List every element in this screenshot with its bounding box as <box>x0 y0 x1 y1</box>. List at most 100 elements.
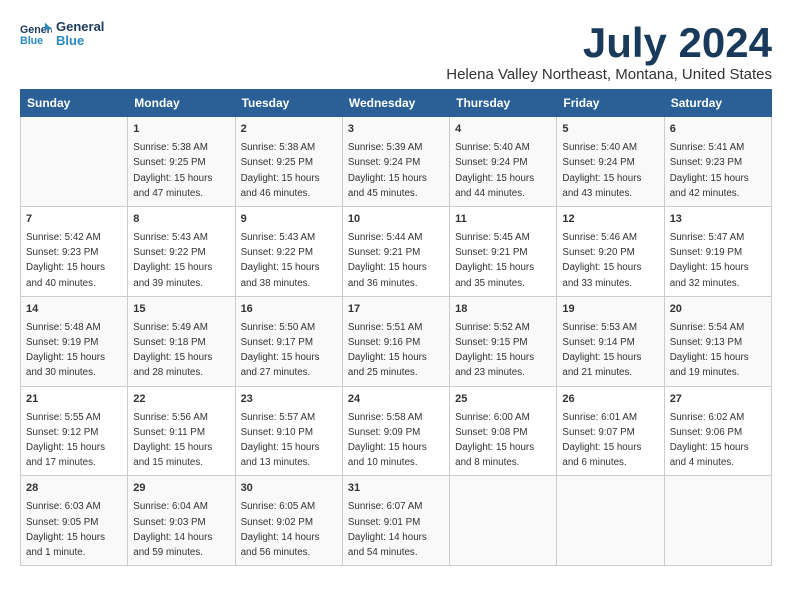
day-number: 16 <box>241 302 337 318</box>
cell-info: Daylight: 15 hours <box>348 173 427 184</box>
cell-info: Sunrise: 6:01 AM <box>562 412 637 423</box>
cell-info: Daylight: 15 hours <box>455 442 534 453</box>
cell-info: Sunrise: 5:43 AM <box>241 232 316 243</box>
cell-info: Sunset: 9:22 PM <box>241 247 313 258</box>
cell-info: Daylight: 15 hours <box>26 352 105 363</box>
calendar-body: 1Sunrise: 5:38 AMSunset: 9:25 PMDaylight… <box>21 117 772 566</box>
weekday-header-row: SundayMondayTuesdayWednesdayThursdayFrid… <box>21 90 772 117</box>
calendar-cell: 4Sunrise: 5:40 AMSunset: 9:24 PMDaylight… <box>450 117 557 207</box>
cell-info: Sunrise: 6:02 AM <box>670 412 745 423</box>
cell-info: Sunrise: 5:42 AM <box>26 232 101 243</box>
cell-info: Daylight: 15 hours <box>133 173 212 184</box>
cell-info: Daylight: 15 hours <box>133 442 212 453</box>
cell-info: Daylight: 15 hours <box>455 352 534 363</box>
cell-info: Daylight: 14 hours <box>241 532 320 543</box>
calendar-cell: 11Sunrise: 5:45 AMSunset: 9:21 PMDayligh… <box>450 207 557 297</box>
cell-info: Sunrise: 5:56 AM <box>133 412 208 423</box>
cell-info: Sunrise: 5:40 AM <box>562 142 637 153</box>
logo: General Blue General Blue <box>20 20 104 49</box>
calendar-cell: 30Sunrise: 6:05 AMSunset: 9:02 PMDayligh… <box>235 476 342 566</box>
calendar-week-row: 28Sunrise: 6:03 AMSunset: 9:05 PMDayligh… <box>21 476 772 566</box>
weekday-header-cell: Saturday <box>664 90 771 117</box>
day-number: 20 <box>670 302 766 318</box>
calendar-cell: 10Sunrise: 5:44 AMSunset: 9:21 PMDayligh… <box>342 207 449 297</box>
cell-info: Sunrise: 6:03 AM <box>26 501 101 512</box>
calendar-cell: 13Sunrise: 5:47 AMSunset: 9:19 PMDayligh… <box>664 207 771 297</box>
cell-info: Sunrise: 5:55 AM <box>26 412 101 423</box>
day-number: 11 <box>455 212 551 228</box>
cell-info: and 59 minutes. <box>133 547 203 558</box>
cell-info: Sunrise: 5:41 AM <box>670 142 745 153</box>
calendar-week-row: 21Sunrise: 5:55 AMSunset: 9:12 PMDayligh… <box>21 386 772 476</box>
cell-info: Sunset: 9:23 PM <box>670 157 742 168</box>
day-number: 4 <box>455 122 551 138</box>
calendar-cell: 20Sunrise: 5:54 AMSunset: 9:13 PMDayligh… <box>664 296 771 386</box>
cell-info: Sunset: 9:16 PM <box>348 337 420 348</box>
cell-info: Sunset: 9:07 PM <box>562 427 634 438</box>
cell-info: Sunset: 9:21 PM <box>348 247 420 258</box>
calendar-cell: 23Sunrise: 5:57 AMSunset: 9:10 PMDayligh… <box>235 386 342 476</box>
cell-info: Sunset: 9:20 PM <box>562 247 634 258</box>
weekday-header-cell: Monday <box>128 90 235 117</box>
calendar-cell: 9Sunrise: 5:43 AMSunset: 9:22 PMDaylight… <box>235 207 342 297</box>
cell-info: Sunrise: 5:52 AM <box>455 322 530 333</box>
day-number: 5 <box>562 122 658 138</box>
calendar-cell: 25Sunrise: 6:00 AMSunset: 9:08 PMDayligh… <box>450 386 557 476</box>
calendar-cell: 3Sunrise: 5:39 AMSunset: 9:24 PMDaylight… <box>342 117 449 207</box>
cell-info: Sunset: 9:24 PM <box>455 157 527 168</box>
weekday-header-cell: Friday <box>557 90 664 117</box>
cell-info: Daylight: 15 hours <box>26 262 105 273</box>
cell-info: Daylight: 15 hours <box>562 442 641 453</box>
calendar-cell: 18Sunrise: 5:52 AMSunset: 9:15 PMDayligh… <box>450 296 557 386</box>
calendar-cell <box>664 476 771 566</box>
cell-info: Sunset: 9:11 PM <box>133 427 205 438</box>
day-number: 17 <box>348 302 444 318</box>
cell-info: and 45 minutes. <box>348 188 418 199</box>
cell-info: Sunrise: 5:46 AM <box>562 232 637 243</box>
day-number: 6 <box>670 122 766 138</box>
cell-info: Sunrise: 5:57 AM <box>241 412 316 423</box>
cell-info: Daylight: 15 hours <box>670 262 749 273</box>
cell-info: Sunrise: 5:48 AM <box>26 322 101 333</box>
cell-info: Daylight: 15 hours <box>455 262 534 273</box>
cell-info: Sunrise: 6:07 AM <box>348 501 423 512</box>
cell-info: Daylight: 15 hours <box>348 262 427 273</box>
cell-info: Sunrise: 5:44 AM <box>348 232 423 243</box>
calendar-cell: 22Sunrise: 5:56 AMSunset: 9:11 PMDayligh… <box>128 386 235 476</box>
calendar-cell: 15Sunrise: 5:49 AMSunset: 9:18 PMDayligh… <box>128 296 235 386</box>
logo-line2: Blue <box>56 34 104 48</box>
calendar-cell: 26Sunrise: 6:01 AMSunset: 9:07 PMDayligh… <box>557 386 664 476</box>
cell-info: and 10 minutes. <box>348 457 418 468</box>
month-year-title: July 2024 <box>446 20 772 66</box>
cell-info: and 40 minutes. <box>26 278 96 289</box>
day-number: 9 <box>241 212 337 228</box>
cell-info: Daylight: 15 hours <box>133 352 212 363</box>
cell-info: Sunset: 9:24 PM <box>562 157 634 168</box>
cell-info: Sunset: 9:01 PM <box>348 517 420 528</box>
day-number: 18 <box>455 302 551 318</box>
cell-info: and 8 minutes. <box>455 457 519 468</box>
cell-info: Sunset: 9:08 PM <box>455 427 527 438</box>
day-number: 29 <box>133 481 229 497</box>
logo-icon: General Blue <box>20 20 52 48</box>
cell-info: Daylight: 15 hours <box>562 173 641 184</box>
cell-info: Daylight: 15 hours <box>348 442 427 453</box>
calendar-cell: 16Sunrise: 5:50 AMSunset: 9:17 PMDayligh… <box>235 296 342 386</box>
cell-info: Sunrise: 5:38 AM <box>133 142 208 153</box>
cell-info: Sunrise: 5:38 AM <box>241 142 316 153</box>
cell-info: Daylight: 15 hours <box>348 352 427 363</box>
cell-info: Daylight: 15 hours <box>670 442 749 453</box>
cell-info: Sunset: 9:06 PM <box>670 427 742 438</box>
day-number: 2 <box>241 122 337 138</box>
calendar-cell <box>557 476 664 566</box>
cell-info: Sunrise: 5:58 AM <box>348 412 423 423</box>
day-number: 23 <box>241 392 337 408</box>
cell-info: Sunset: 9:12 PM <box>26 427 98 438</box>
cell-info: and 56 minutes. <box>241 547 311 558</box>
cell-info: and 47 minutes. <box>133 188 203 199</box>
cell-info: Sunrise: 5:47 AM <box>670 232 745 243</box>
cell-info: and 33 minutes. <box>562 278 632 289</box>
cell-info: Sunset: 9:02 PM <box>241 517 313 528</box>
cell-info: Daylight: 14 hours <box>133 532 212 543</box>
cell-info: Daylight: 15 hours <box>562 352 641 363</box>
